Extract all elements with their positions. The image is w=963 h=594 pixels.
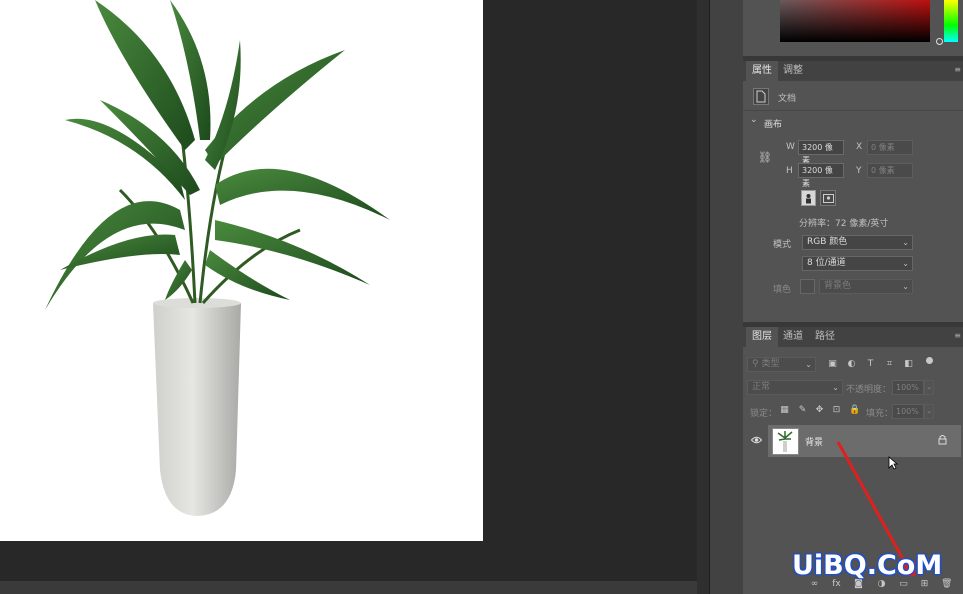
lock-artboard-icon[interactable]: ⊡: [831, 405, 842, 416]
panel-menu-icon[interactable]: ≡: [954, 65, 961, 74]
tab-layers[interactable]: 图层: [746, 327, 778, 347]
layers-tabbar: 图层 通道 路径 ≡: [743, 327, 963, 347]
y-field[interactable]: 0 像素: [867, 163, 913, 178]
properties-tabbar: 属性 调整 ≡: [743, 61, 963, 81]
adjustment-filter-icon[interactable]: ◐: [846, 359, 857, 370]
fill-color-swatch[interactable]: [800, 279, 815, 294]
width-field[interactable]: 3200 像素: [798, 140, 844, 165]
status-bar: [0, 581, 697, 594]
chevron-down-icon: ⌄: [805, 360, 812, 369]
fill-color-label: 填色: [773, 285, 792, 295]
fill-color-select[interactable]: 背景色 ⌄: [819, 279, 913, 294]
width-label: W: [786, 142, 795, 152]
divider: [743, 110, 963, 111]
chevron-down-icon[interactable]: ⌄: [750, 115, 758, 125]
shape-filter-icon[interactable]: ⌗: [884, 359, 895, 370]
resolution-label: 分辨率：72 像素/英寸: [799, 219, 889, 229]
lock-icon: [938, 434, 947, 448]
x-label: X: [856, 142, 863, 152]
lock-transparency-icon[interactable]: ▦: [779, 405, 790, 416]
eye-icon[interactable]: [750, 436, 763, 447]
hue-slider-handle[interactable]: [936, 38, 943, 45]
fill-label: 填充：: [866, 409, 894, 419]
panel-gutter: [697, 0, 709, 594]
fill-color-value: 背景色: [824, 281, 852, 291]
hue-slider[interactable]: [944, 0, 958, 42]
x-field[interactable]: 0 像素: [867, 140, 913, 155]
blend-mode-select[interactable]: 正常 ⌄: [747, 380, 843, 395]
tab-properties[interactable]: 属性: [746, 61, 778, 81]
tab-channels[interactable]: 通道: [777, 327, 809, 347]
document-icon: [753, 88, 769, 105]
portrait-orientation-button[interactable]: [801, 190, 816, 206]
mode-select[interactable]: RGB 颜色 ⌄: [802, 235, 913, 250]
plant-image: [45, 0, 390, 516]
panel-menu-icon[interactable]: ≡: [954, 331, 961, 340]
chevron-down-icon: ⌄: [832, 383, 839, 392]
chevron-down-icon: ⌄: [902, 238, 909, 247]
chevron-down-icon: ⌄: [902, 282, 909, 291]
lock-label: 锁定：: [750, 409, 778, 419]
height-label: H: [786, 166, 793, 176]
landscape-orientation-button[interactable]: [820, 190, 836, 206]
layer-filter-value: 类型: [761, 359, 780, 369]
layer-filter-select[interactable]: ⚲ 类型 ⌄: [747, 357, 816, 372]
height-field[interactable]: 3200 像素: [798, 163, 844, 188]
tab-adjustments[interactable]: 调整: [777, 61, 809, 81]
smart-object-filter-icon[interactable]: ◧: [903, 359, 914, 370]
lock-position-icon[interactable]: ✥: [814, 405, 825, 416]
lock-all-icon[interactable]: 🔒: [849, 405, 860, 416]
mode-select-value: RGB 颜色: [807, 237, 848, 247]
opacity-label: 不透明度：: [846, 385, 892, 395]
mode-label: 模式: [773, 240, 792, 250]
document-type-label: 文档: [778, 94, 797, 104]
chevron-down-icon: ⌄: [902, 259, 909, 268]
watermark-logo: UiBQ.CoM: [792, 550, 943, 581]
collapsed-panel-strip: [710, 0, 743, 594]
y-label: Y: [856, 166, 862, 176]
blend-mode-value: 正常: [752, 382, 771, 392]
image-filter-icon[interactable]: ▣: [827, 359, 838, 370]
lock-image-icon[interactable]: ✎: [797, 405, 808, 416]
type-filter-icon[interactable]: T: [865, 359, 876, 370]
layer-thumbnail: [772, 428, 799, 455]
delete-layer-icon[interactable]: 🗑: [941, 579, 952, 590]
canvas-section-title: 画布: [764, 120, 783, 130]
chevron-down-icon[interactable]: ⌄: [924, 380, 934, 395]
bit-depth-value: 8 位/通道: [807, 258, 846, 268]
fill-field[interactable]: 100%: [892, 404, 924, 419]
color-picker-field[interactable]: [780, 0, 930, 42]
link-icon[interactable]: ⛓: [758, 151, 772, 164]
layer-name[interactable]: 背景: [805, 435, 823, 448]
bit-depth-select[interactable]: 8 位/通道 ⌄: [802, 256, 913, 271]
chevron-down-icon[interactable]: ⌄: [924, 404, 934, 419]
tab-paths[interactable]: 路径: [809, 327, 841, 347]
opacity-field[interactable]: 100%: [892, 380, 924, 395]
document-canvas[interactable]: [0, 0, 483, 541]
filter-toggle-icon[interactable]: [926, 357, 933, 364]
